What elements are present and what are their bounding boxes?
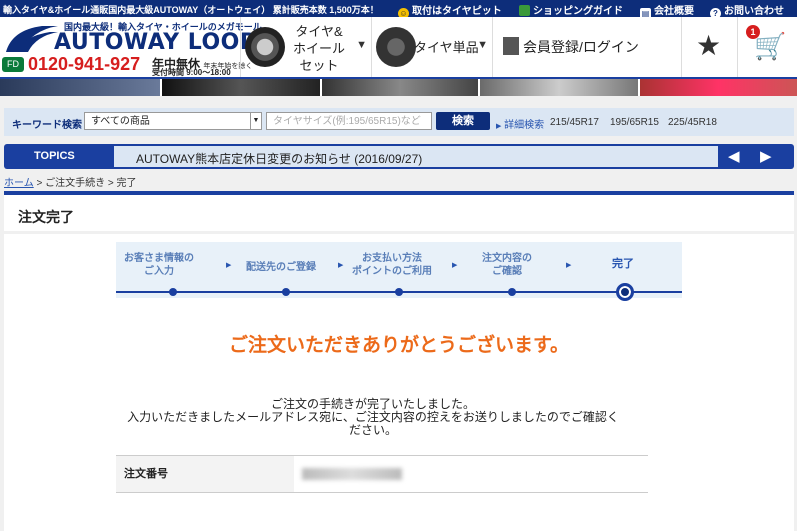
banner-image[interactable] [162, 79, 320, 96]
step-arrow-icon: ▶ [226, 262, 232, 269]
nav-member-login[interactable]: 会員登録/ログイン [492, 17, 681, 77]
company-label: 会社概要 [654, 6, 694, 17]
quick-size-link[interactable]: 225/45R18 [668, 117, 717, 128]
step-customer-info: お客さま情報の ご入力 [124, 253, 194, 277]
search-button[interactable]: 検索 [436, 112, 490, 130]
breadcrumb-home-link[interactable]: ホーム [4, 178, 34, 189]
tire-icon [376, 27, 416, 67]
phone-contact: FD 0120-941-927 年中無休 年末年始を除く 受付時間 9:00～1… [2, 54, 252, 77]
cart-count-badge: 1 [746, 25, 760, 39]
phone-number[interactable]: 0120-941-927 [28, 54, 140, 75]
banner-image[interactable] [640, 79, 797, 96]
banner-image[interactable] [322, 79, 478, 96]
banner-strip [0, 79, 797, 96]
step-arrow-icon: ▶ [452, 262, 458, 269]
nav-tire-single[interactable]: タイヤ単品 ▼ [371, 17, 492, 77]
nav-tire-single-label: タイヤ単品 [414, 40, 479, 55]
step-arrow-icon: ▶ [566, 262, 572, 269]
step-arrow-icon: ▶ [338, 262, 344, 269]
banner-image[interactable] [0, 79, 160, 96]
guide-icon [519, 5, 530, 16]
step-complete: 完了 [612, 258, 634, 270]
breadcrumb-trail: > ご注文手続き > 完了 [33, 178, 137, 189]
step-dot [169, 288, 177, 296]
shopping-guide-link[interactable]: ショッピングガイド [519, 2, 623, 17]
nav-tire-wheel-set[interactable]: タイヤ& ホイール セット ▼ [240, 17, 371, 77]
step-payment: お支払い方法 ポイントのご利用 [352, 253, 432, 277]
logo-swoosh-icon [6, 26, 58, 52]
quick-size-link[interactable]: 215/45R17 [550, 117, 599, 128]
order-number-table: 注文番号 [116, 455, 648, 493]
member-login-label: 会員登録/ログイン [523, 39, 639, 55]
keyword-search-label: キーワード検索 [12, 120, 82, 131]
site-header: 国内最大級！輸入タイヤ・ホイールのメガモール AUTOWAY LOOP FD 0… [0, 17, 797, 79]
triangle-right-icon: ▶ [496, 123, 502, 130]
category-select[interactable]: すべての商品 ▼ [84, 112, 262, 130]
cart-button[interactable]: 🛒 1 [737, 17, 797, 77]
topics-news-link[interactable]: AUTOWAY熊本店定休日変更のお知らせ (2016/09/27) [136, 150, 422, 167]
login-door-icon [503, 37, 519, 55]
order-number-value-redacted [302, 468, 402, 480]
banner-image[interactable] [480, 79, 638, 96]
business-hours: 受付時間 9:00～18:00 [152, 68, 231, 77]
search-input[interactable]: タイヤサイズ(例:195/65R15)など [266, 112, 432, 130]
step-shipping: 配送先のご登録 [246, 262, 316, 273]
tire-pit-label: 取付はタイヤピット [412, 6, 502, 17]
quick-size-link[interactable]: 195/65R15 [610, 117, 659, 128]
top-bar: 輸入タイヤ&ホイール通販国内最大級AUTOWAY（オートウェイ） 累計販売本数 … [0, 0, 797, 19]
completion-line-3: ださい。 [348, 423, 397, 437]
step-dot [395, 288, 403, 296]
completion-message: ご注文の手続きが完了いたしました。 入力いただきましたメールアドレス宛に、ご注文… [4, 398, 742, 437]
tire-wheel-icon [245, 27, 285, 67]
order-number-label: 注文番号 [116, 456, 294, 492]
star-icon: ★ [696, 30, 722, 61]
page-title: 注文完了 [18, 209, 74, 225]
order-complete-content: お客さま情報の ご入力 ▶ 配送先のご登録 ▶ お支払い方法 ポイントのご利用 … [4, 234, 794, 531]
site-logo[interactable]: 国内最大級！輸入タイヤ・ホイールのメガモール AUTOWAY LOOP [2, 20, 262, 55]
contact-label: お問い合わせ [724, 6, 784, 17]
breadcrumb: ホーム > ご注文手続き > 完了 [4, 174, 137, 189]
category-select-value: すべての商品 [91, 116, 150, 127]
favorites-button[interactable]: ★ [681, 17, 737, 77]
logo-text: AUTOWAY LOOP [54, 30, 257, 55]
step-dot [508, 288, 516, 296]
chevron-down-icon: ▼ [356, 39, 367, 51]
chevron-down-icon: ▼ [477, 39, 488, 51]
chevron-down-icon: ▼ [250, 113, 261, 129]
topics-label: TOPICS [34, 150, 75, 162]
topics-next-arrow-icon[interactable]: ▶ [760, 147, 772, 165]
advanced-search-label: 詳細検索 [504, 120, 545, 131]
nav-tire-wheel-set-label: タイヤ& ホイール セット [292, 24, 345, 73]
page-header: 注文完了 [4, 191, 794, 231]
search-bar: キーワード検索 すべての商品 ▼ タイヤサイズ(例:195/65R15)など 検… [4, 108, 794, 136]
thank-you-message: ご注文いただきありがとうございます。 [228, 335, 570, 356]
topics-prev-arrow-icon[interactable]: ◀ [728, 147, 740, 165]
topics-bar: TOPICS AUTOWAY熊本店定休日変更のお知らせ (2016/09/27)… [4, 144, 794, 169]
freedial-icon: FD [2, 57, 24, 72]
step-dot [282, 288, 290, 296]
topbar-message: 輸入タイヤ&ホイール通販国内最大級AUTOWAY（オートウェイ） 累計販売本数 … [3, 5, 379, 15]
advanced-search-link[interactable]: ▶ 詳細検索 [496, 116, 544, 131]
shopping-guide-label: ショッピングガイド [533, 6, 623, 17]
step-dot-active [616, 283, 634, 301]
step-confirm: 注文内容の ご確認 [482, 253, 532, 277]
topics-ticker: AUTOWAY熊本店定休日変更のお知らせ (2016/09/27) [114, 146, 718, 167]
